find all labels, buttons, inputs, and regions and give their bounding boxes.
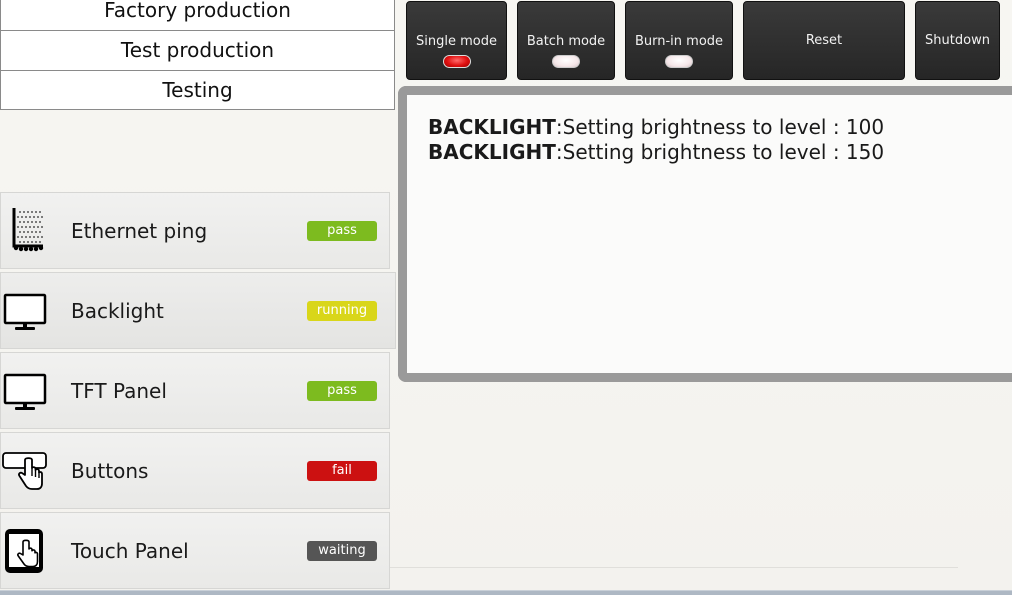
monitor-icon [3, 293, 47, 330]
batch-mode-label: Batch mode [526, 34, 606, 49]
single-mode-label: Single mode [416, 34, 497, 49]
burnin-mode-indicator-led [665, 55, 693, 68]
ethernet-graph-icon [12, 208, 44, 252]
log-line-tag: BACKLIGHT [428, 140, 556, 164]
test-name: TFT Panel [71, 379, 167, 403]
test-station-app: Factory production Test production Testi… [0, 0, 1012, 595]
single-mode-indicator-led [442, 55, 471, 68]
status-badge: pass [307, 221, 377, 241]
single-mode-button[interactable]: Single mode [406, 1, 507, 80]
test-name: Ethernet ping [71, 219, 208, 243]
burnin-mode-button[interactable]: Burn-in mode [625, 1, 733, 80]
reset-button[interactable]: Reset [743, 1, 905, 80]
test-name: Touch Panel [71, 539, 189, 563]
menu-item-test-production[interactable]: Test production [0, 30, 395, 70]
touch-panel-icon [5, 529, 43, 573]
log-line-text: :Setting brightness to level : 100 [555, 115, 885, 139]
test-item-touch-panel[interactable]: Touch Panel waiting [0, 512, 390, 589]
button-press-icon [2, 452, 47, 490]
log-line: BACKLIGHT:Setting brightness to level : … [428, 115, 1012, 140]
status-badge: pass [307, 381, 377, 401]
log-line-tag: BACKLIGHT [428, 115, 556, 139]
burnin-mode-label: Burn-in mode [634, 34, 724, 49]
test-name: Buttons [71, 459, 149, 483]
bottom-divider [390, 567, 958, 568]
log-line: BACKLIGHT:Setting brightness to level : … [428, 140, 1012, 165]
test-item-ethernet-ping[interactable]: Ethernet ping pass [0, 192, 390, 269]
menu-item-factory-production[interactable]: Factory production [0, 0, 395, 30]
test-item-backlight[interactable]: Backlight running [0, 272, 396, 349]
status-badge: fail [307, 461, 377, 481]
status-badge: running [307, 301, 377, 321]
test-list: Ethernet ping pass Backlight running TFT… [0, 192, 396, 592]
test-item-buttons[interactable]: Buttons fail [0, 432, 390, 509]
shutdown-label: Shutdown [925, 33, 990, 48]
batch-mode-button[interactable]: Batch mode [517, 1, 615, 80]
monitor-icon [3, 373, 47, 410]
shutdown-button[interactable]: Shutdown [915, 1, 1000, 80]
log-line-text: :Setting brightness to level : 150 [555, 140, 885, 164]
menu-item-testing[interactable]: Testing [0, 70, 395, 110]
status-badge: waiting [307, 541, 377, 561]
log-panel[interactable]: BACKLIGHT:Setting brightness to level : … [398, 86, 1012, 382]
test-name: Backlight [71, 299, 164, 323]
window-bottom-edge [0, 590, 1012, 595]
mode-menu: Factory production Test production Testi… [0, 0, 395, 110]
test-item-tft-panel[interactable]: TFT Panel pass [0, 352, 390, 429]
reset-label: Reset [805, 33, 843, 48]
batch-mode-indicator-led [552, 55, 580, 68]
